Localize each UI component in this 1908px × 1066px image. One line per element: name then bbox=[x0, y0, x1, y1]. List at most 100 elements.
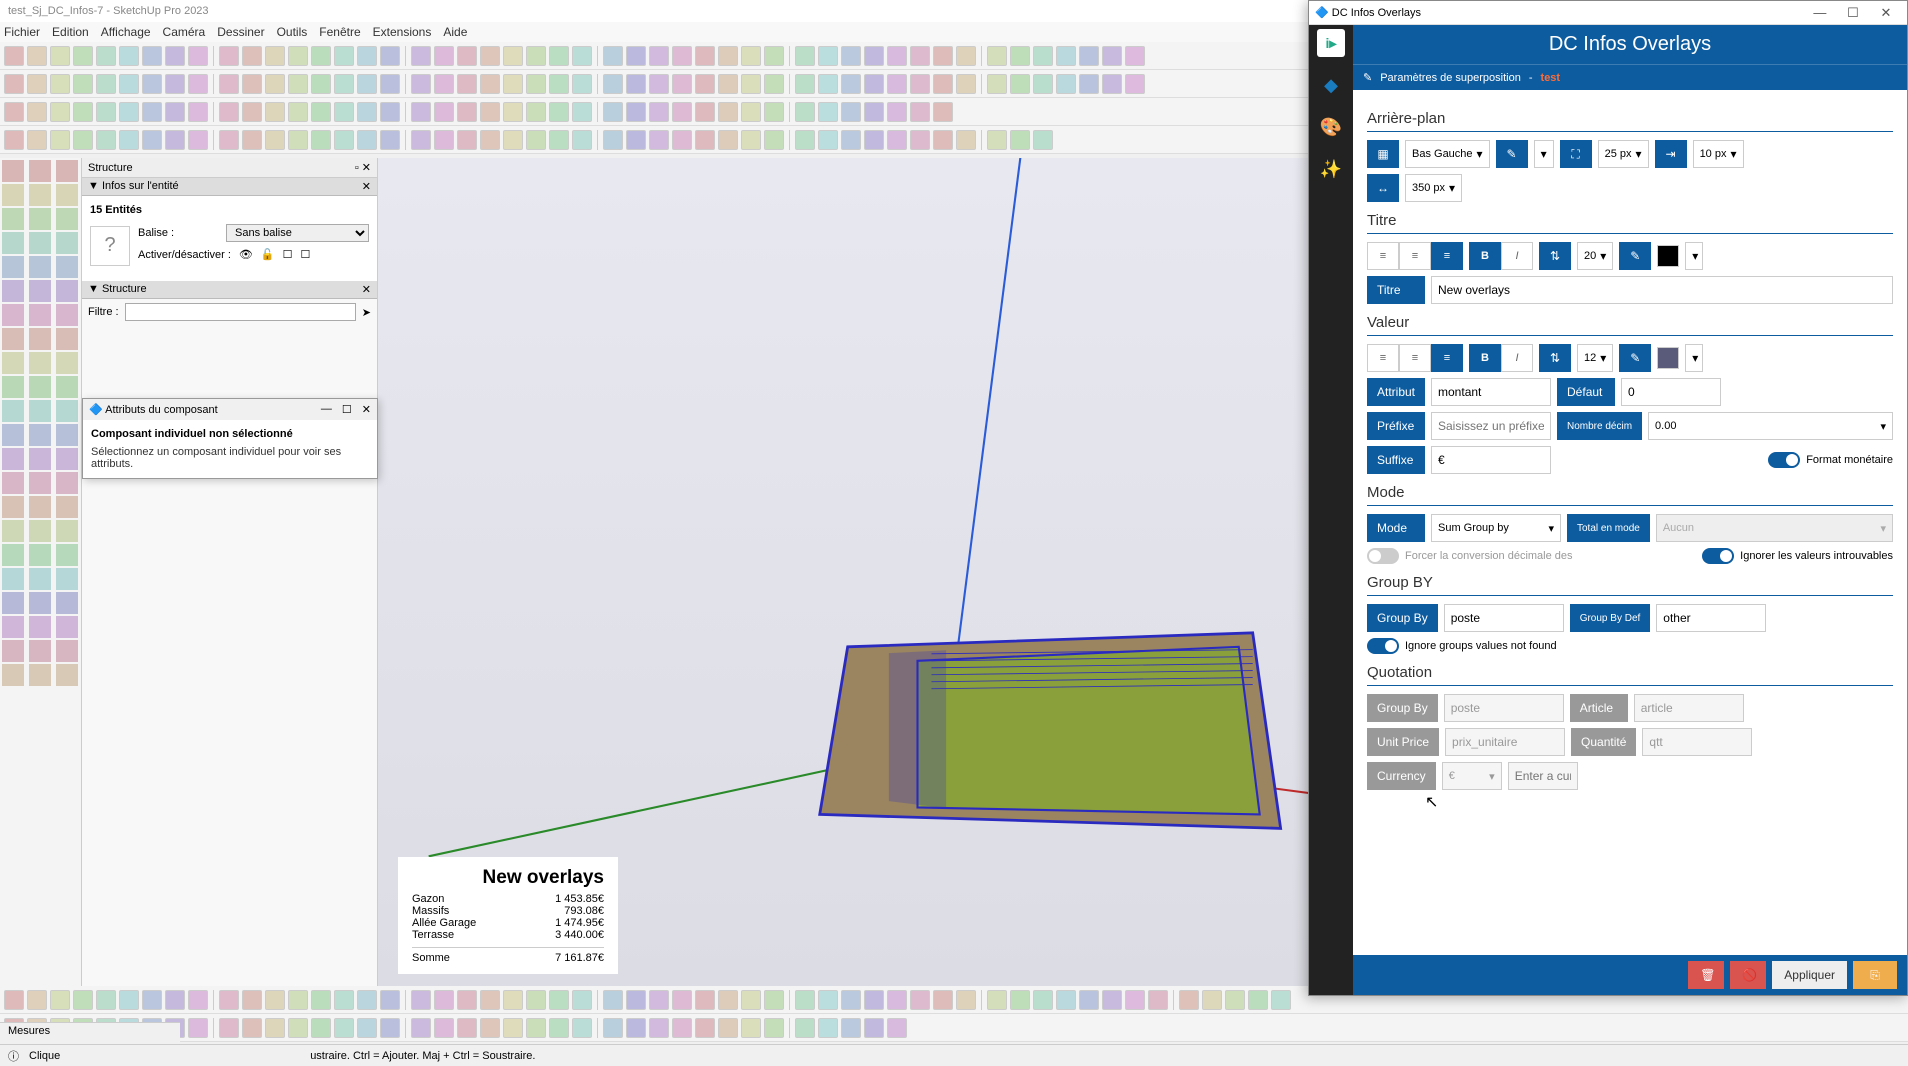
toolbar-icon[interactable] bbox=[1079, 74, 1099, 94]
toggle-ignore-missing[interactable] bbox=[1702, 548, 1734, 564]
toolbar-icon[interactable] bbox=[142, 74, 162, 94]
align-right-icon[interactable]: ≡ bbox=[1431, 242, 1463, 270]
input-prefixe[interactable] bbox=[1431, 412, 1551, 440]
toolbar-icon[interactable] bbox=[1202, 990, 1222, 1010]
dc-sidebar-palette-icon[interactable]: 🎨 bbox=[1317, 113, 1345, 141]
select-mode[interactable]: Sum Group by▾ bbox=[1431, 514, 1561, 542]
toolbar-icon[interactable] bbox=[29, 184, 51, 206]
toolbar-icon[interactable] bbox=[265, 46, 285, 66]
toolbar-icon[interactable] bbox=[672, 46, 692, 66]
italic-icon[interactable]: I bbox=[1501, 242, 1533, 270]
toolbar-icon[interactable] bbox=[672, 102, 692, 122]
title-fontsize-select[interactable]: 20 ▾ bbox=[1577, 242, 1613, 270]
toolbar-icon[interactable] bbox=[56, 568, 78, 590]
value-color-swatch[interactable] bbox=[1657, 347, 1679, 369]
toolbar-icon[interactable] bbox=[672, 74, 692, 94]
toolbar-icon[interactable] bbox=[1102, 990, 1122, 1010]
toolbar-icon[interactable] bbox=[56, 544, 78, 566]
toolbar-icon[interactable] bbox=[56, 520, 78, 542]
toolbar-icon[interactable] bbox=[219, 990, 239, 1010]
menu-edition[interactable]: Edition bbox=[52, 25, 89, 39]
toolbar-icon[interactable] bbox=[887, 130, 907, 150]
toolbar-icon[interactable] bbox=[265, 74, 285, 94]
anchor-grid-icon[interactable]: ▦ bbox=[1367, 140, 1399, 168]
toolbar-icon[interactable] bbox=[29, 352, 51, 374]
toolbar-icon[interactable] bbox=[695, 1018, 715, 1038]
toolbar-icon[interactable] bbox=[119, 130, 139, 150]
toolbar-icon[interactable] bbox=[27, 102, 47, 122]
toolbar-icon[interactable] bbox=[695, 74, 715, 94]
dc-close-icon[interactable]: ✕ bbox=[1871, 5, 1901, 21]
toolbar-icon[interactable] bbox=[288, 46, 308, 66]
toolbar-icon[interactable] bbox=[2, 328, 24, 350]
toolbar-icon[interactable] bbox=[29, 448, 51, 470]
toolbar-icon[interactable] bbox=[526, 990, 546, 1010]
toolbar-icon[interactable] bbox=[1033, 990, 1053, 1010]
menu-fichier[interactable]: Fichier bbox=[4, 25, 40, 39]
toolbar-icon[interactable] bbox=[50, 46, 70, 66]
title-style-group[interactable]: B I bbox=[1469, 242, 1533, 270]
offset-select[interactable]: 10 px ▾ bbox=[1693, 140, 1744, 168]
toolbar-icon[interactable] bbox=[503, 74, 523, 94]
toolbar-icon[interactable] bbox=[956, 130, 976, 150]
toolbar-icon[interactable] bbox=[987, 46, 1007, 66]
toolbar-icon[interactable] bbox=[73, 990, 93, 1010]
toolbar-icon[interactable] bbox=[457, 46, 477, 66]
toolbar-icon[interactable] bbox=[311, 46, 331, 66]
padding-icon[interactable]: ⛶ bbox=[1560, 140, 1592, 168]
toolbar-icon[interactable] bbox=[457, 990, 477, 1010]
toolbar-icon[interactable] bbox=[188, 990, 208, 1010]
toolbar-icon[interactable] bbox=[572, 74, 592, 94]
toolbar-icon[interactable] bbox=[910, 74, 930, 94]
toolbar-icon[interactable] bbox=[242, 46, 262, 66]
toolbar-icon[interactable] bbox=[2, 280, 24, 302]
toolbar-icon[interactable] bbox=[411, 1018, 431, 1038]
toolbar-icon[interactable] bbox=[219, 74, 239, 94]
toolbar-icon[interactable] bbox=[741, 1018, 761, 1038]
toolbar-icon[interactable] bbox=[480, 130, 500, 150]
input-titre[interactable] bbox=[1431, 276, 1893, 304]
toolbar-icon[interactable] bbox=[910, 990, 930, 1010]
value-fontsize-select[interactable]: 12 ▾ bbox=[1577, 344, 1613, 372]
input-defaut[interactable] bbox=[1621, 378, 1721, 406]
toolbar-icon[interactable] bbox=[434, 130, 454, 150]
toolbar-icon[interactable] bbox=[1010, 990, 1030, 1010]
toolbar-icon[interactable] bbox=[29, 232, 51, 254]
toolbar-icon[interactable] bbox=[56, 400, 78, 422]
toolbar-icon[interactable] bbox=[357, 130, 377, 150]
toolbar-icon[interactable] bbox=[357, 990, 377, 1010]
title-color-swatch[interactable] bbox=[1657, 245, 1679, 267]
toolbar-icon[interactable] bbox=[73, 102, 93, 122]
toolbar-icon[interactable] bbox=[626, 990, 646, 1010]
toolbar-icon[interactable] bbox=[29, 592, 51, 614]
title-lineheight-icon[interactable]: ⇅ bbox=[1539, 242, 1571, 270]
dc-sidebar-magic-icon[interactable]: ✨ bbox=[1317, 155, 1345, 183]
toolbar-icon[interactable] bbox=[795, 1018, 815, 1038]
toolbar-icon[interactable] bbox=[864, 1018, 884, 1038]
align-right-icon[interactable]: ≡ bbox=[1431, 344, 1463, 372]
dc-maximize-icon[interactable]: ☐ bbox=[1838, 5, 1868, 21]
toolbar-icon[interactable] bbox=[795, 130, 815, 150]
toolbar-icon[interactable] bbox=[434, 1018, 454, 1038]
toolbar-icon[interactable] bbox=[50, 102, 70, 122]
toolbar-icon[interactable] bbox=[73, 46, 93, 66]
toolbar-icon[interactable] bbox=[603, 1018, 623, 1038]
toolbar-icon[interactable] bbox=[29, 256, 51, 278]
toolbar-icon[interactable] bbox=[219, 102, 239, 122]
input-groupbydef[interactable] bbox=[1656, 604, 1766, 632]
toolbar-icon[interactable] bbox=[188, 46, 208, 66]
toolbar-icon[interactable] bbox=[56, 472, 78, 494]
align-center-icon[interactable]: ≡ bbox=[1399, 242, 1431, 270]
value-style-group[interactable]: B I bbox=[1469, 344, 1533, 372]
toolbar-icon[interactable] bbox=[1102, 46, 1122, 66]
toolbar-icon[interactable] bbox=[288, 102, 308, 122]
toolbar-icon[interactable] bbox=[572, 102, 592, 122]
apply-button[interactable]: Appliquer bbox=[1772, 961, 1847, 989]
toolbar-icon[interactable] bbox=[503, 990, 523, 1010]
toolbar-icon[interactable] bbox=[887, 74, 907, 94]
toolbar-icon[interactable] bbox=[29, 568, 51, 590]
toolbar-icon[interactable] bbox=[2, 640, 24, 662]
bg-color-button[interactable]: ✎ bbox=[1496, 140, 1528, 168]
toolbar-icon[interactable] bbox=[219, 130, 239, 150]
toolbar-icon[interactable] bbox=[2, 592, 24, 614]
